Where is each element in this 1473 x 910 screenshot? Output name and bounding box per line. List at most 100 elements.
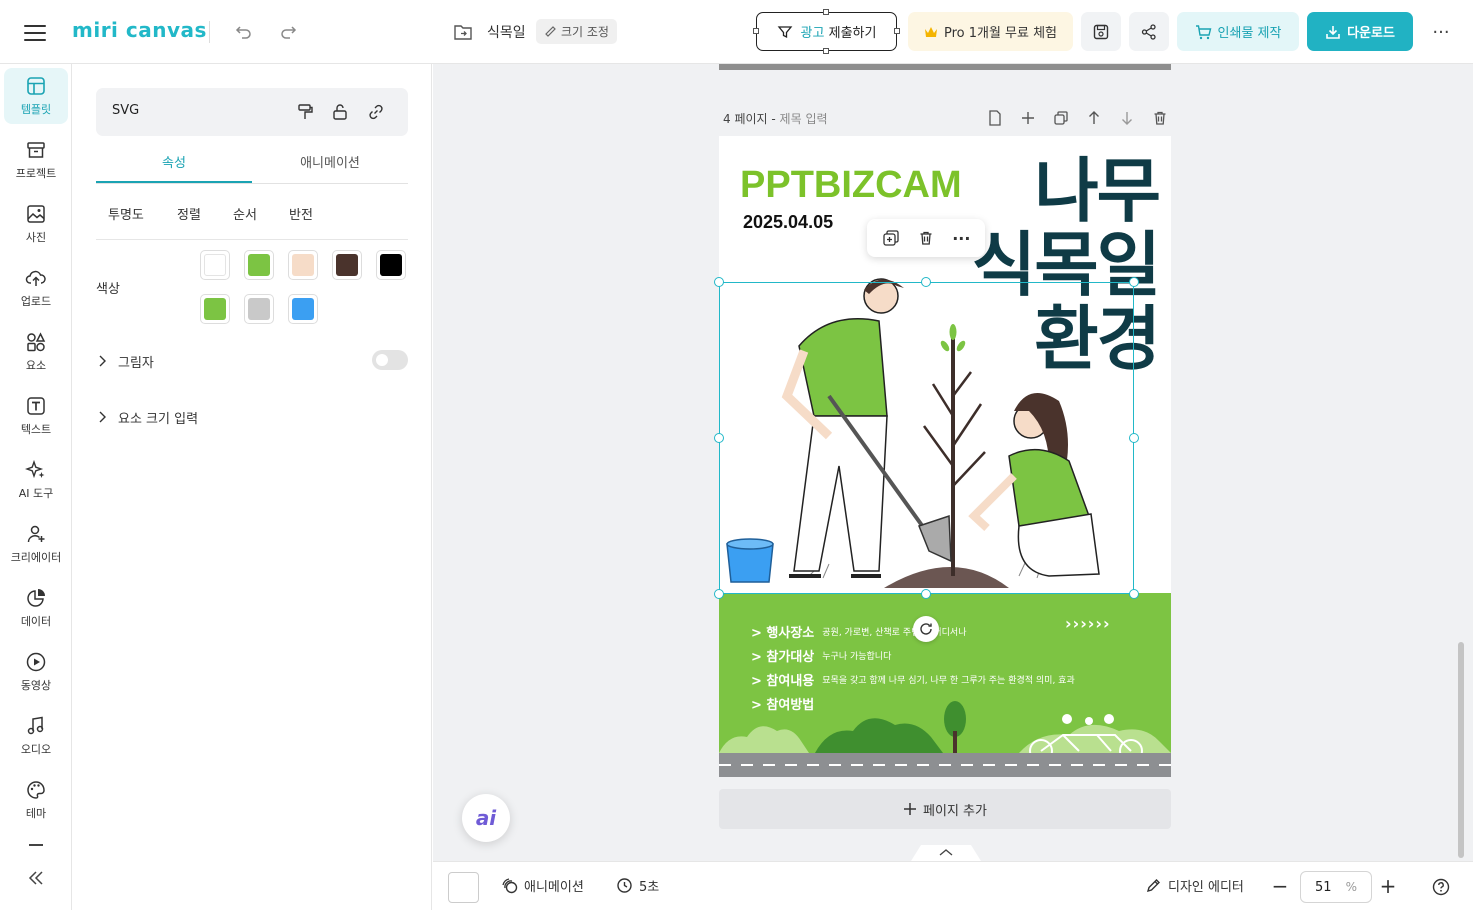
poster-date[interactable]: 2025.04.05	[743, 212, 833, 233]
rail-item-photo[interactable]: 사진	[4, 196, 68, 252]
zoom-input[interactable]: 51 %	[1300, 871, 1372, 903]
download-button[interactable]: 다운로드	[1307, 12, 1413, 51]
animation-icon	[501, 877, 518, 894]
zoom-out-icon[interactable]: −	[1268, 874, 1292, 898]
trash-icon[interactable]	[1150, 108, 1170, 128]
bottom-bar: 애니메이션 5초 디자인 에디터 − 51 % +	[433, 861, 1473, 910]
page-title-input[interactable]: 제목 입력	[780, 112, 828, 126]
unlock-icon[interactable]	[328, 100, 352, 124]
resize-handle[interactable]	[714, 277, 724, 287]
ai-assistant-button[interactable]: ai	[462, 794, 510, 842]
plus-icon	[903, 802, 917, 816]
ad-label-prefix: 광고	[800, 26, 825, 41]
shadow-section[interactable]: 그림자	[96, 346, 408, 376]
pro-trial-button[interactable]: Pro 1개월 무료 체험	[908, 12, 1073, 51]
music-icon	[25, 715, 47, 737]
color-swatch[interactable]	[288, 250, 318, 280]
color-swatch[interactable]	[200, 250, 230, 280]
print-order-button[interactable]: 인쇄물 제작	[1177, 12, 1299, 51]
redo-icon[interactable]	[276, 20, 300, 44]
delete-element-icon[interactable]	[913, 225, 939, 251]
design-editor-label: 디자인 에디터	[1168, 880, 1244, 895]
resize-handle[interactable]	[1129, 433, 1139, 443]
page-file-icon[interactable]	[985, 108, 1005, 128]
resize-button[interactable]: 크기 조정	[536, 19, 617, 44]
more-icon[interactable]: ···	[1428, 20, 1454, 44]
color-swatch[interactable]	[376, 250, 406, 280]
resize-handle[interactable]	[714, 433, 724, 443]
zoom-in-icon[interactable]: +	[1376, 874, 1400, 898]
selection-box[interactable]	[714, 277, 1139, 599]
color-swatch[interactable]	[200, 294, 230, 324]
animation-label: 애니메이션	[524, 880, 584, 895]
folder-move-icon[interactable]	[452, 20, 474, 44]
color-swatch[interactable]	[244, 250, 274, 280]
rail-item-upload[interactable]: 업로드	[4, 260, 68, 316]
document-title[interactable]: 식목일	[487, 22, 526, 42]
background-color-swatch[interactable]	[448, 872, 479, 903]
page-panel-toggle[interactable]	[911, 845, 981, 861]
rail-item-theme[interactable]: 테마	[4, 772, 68, 828]
rail-item-video[interactable]: 동영상	[4, 644, 68, 700]
duration-button[interactable]: 5초	[616, 876, 659, 895]
poster-brand[interactable]: PPTBIZCAM	[740, 164, 962, 207]
help-icon[interactable]	[1429, 875, 1453, 899]
rail-item-project[interactable]: 프로젝트	[4, 132, 68, 188]
palette-icon	[25, 779, 47, 801]
element-header: SVG	[96, 88, 408, 136]
page-label: 4 페이지	[723, 112, 768, 126]
more-options-icon[interactable]: ···	[948, 225, 974, 251]
menu-icon[interactable]	[22, 20, 48, 44]
undo-icon[interactable]	[232, 20, 256, 44]
rail-item-template[interactable]: 템플릿	[4, 68, 68, 124]
rail-label: 업로드	[20, 295, 52, 308]
rotate-icon[interactable]	[913, 616, 939, 642]
subtab-align[interactable]: 정렬	[177, 204, 201, 223]
rail-divider	[29, 844, 43, 846]
arrow-up-icon[interactable]	[1084, 108, 1104, 128]
subtab-opacity[interactable]: 투명도	[108, 204, 144, 223]
duplicate-icon[interactable]	[1051, 108, 1071, 128]
shadow-toggle[interactable]	[372, 350, 408, 370]
subtab-order[interactable]: 순서	[233, 204, 257, 223]
resize-handle[interactable]	[921, 589, 931, 599]
rail-item-text[interactable]: 텍스트	[4, 388, 68, 444]
add-icon[interactable]	[1018, 108, 1038, 128]
resize-handle[interactable]	[1129, 589, 1139, 599]
color-swatch[interactable]	[332, 250, 362, 280]
resize-handle[interactable]	[1129, 277, 1139, 287]
rail-item-audio[interactable]: 오디오	[4, 708, 68, 764]
previous-page-edge[interactable]	[719, 64, 1171, 70]
rail-label: 동영상	[20, 679, 52, 692]
save-button[interactable]	[1081, 12, 1121, 51]
subtab-flip[interactable]: 반전	[289, 204, 313, 223]
element-type: SVG	[112, 103, 140, 118]
rail-item-creator[interactable]: 크리에이터	[4, 516, 68, 572]
tab-properties[interactable]: 속성	[96, 152, 252, 171]
element-toolbar: ···	[867, 219, 985, 257]
link-icon[interactable]	[364, 100, 388, 124]
arrow-down-icon[interactable]	[1117, 108, 1137, 128]
color-swatch[interactable]	[244, 294, 274, 324]
vertical-scrollbar[interactable]	[1458, 642, 1464, 858]
rail-label: AI 도구	[18, 487, 54, 500]
size-input-section[interactable]: 요소 크기 입력	[96, 402, 408, 432]
collapse-rail-icon[interactable]	[24, 866, 48, 890]
rail-item-elements[interactable]: 요소	[4, 324, 68, 380]
design-editor-button[interactable]: 디자인 에디터	[1145, 876, 1244, 895]
color-swatch[interactable]	[288, 294, 318, 324]
animation-button[interactable]: 애니메이션	[501, 876, 584, 895]
paint-roller-icon[interactable]	[293, 100, 317, 124]
resize-handle[interactable]	[921, 277, 931, 287]
info-value: 공원, 가로변, 산책로 주변 등 어디서나	[822, 627, 967, 638]
app-logo[interactable]: miri canvas	[72, 18, 207, 42]
tab-animation[interactable]: 애니메이션	[252, 152, 408, 171]
share-button[interactable]	[1129, 12, 1169, 51]
add-page-button[interactable]: 페이지 추가	[719, 789, 1171, 829]
duplicate-element-icon[interactable]	[878, 225, 904, 251]
rail-item-ai-tools[interactable]: AI 도구	[4, 452, 68, 508]
submit-ad-button[interactable]: 광고 제출하기	[753, 9, 900, 54]
rail-item-data[interactable]: 데이터	[4, 580, 68, 636]
resize-handle[interactable]	[714, 589, 724, 599]
info-key: > 참가대상	[751, 649, 815, 665]
